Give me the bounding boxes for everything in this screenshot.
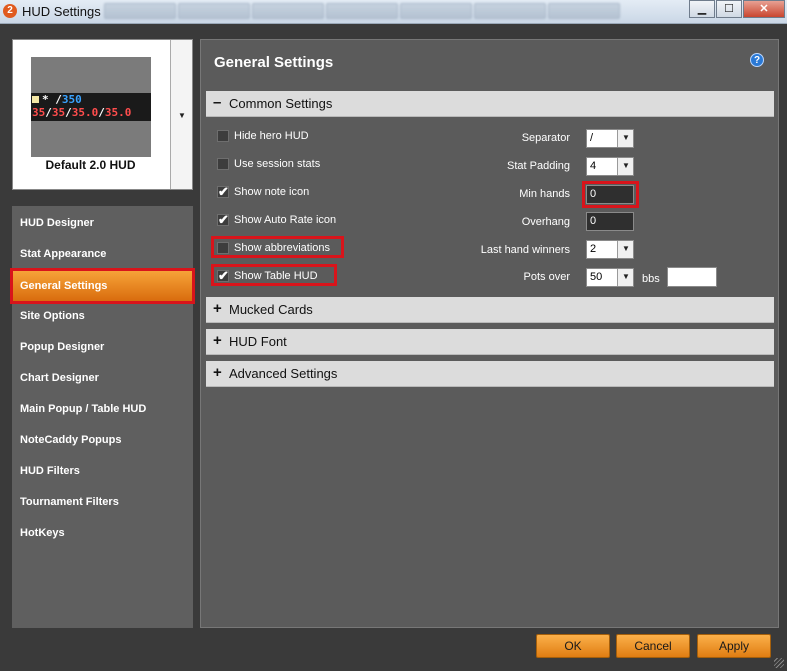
section-hud-font[interactable]: + HUD Font xyxy=(206,329,774,355)
checkbox-label: Show note icon xyxy=(234,186,310,198)
select-value: 4 xyxy=(590,160,597,172)
section-label: Advanced Settings xyxy=(229,366,338,381)
checkmark-icon: ✔ xyxy=(218,212,229,227)
dropdown-button[interactable]: ▼ xyxy=(617,130,633,147)
hud-stat: 35.0 xyxy=(71,106,99,119)
sidebar-item-site-options[interactable]: Site Options xyxy=(12,302,193,330)
chevron-down-icon: ▼ xyxy=(178,111,186,120)
sidebar-item-general-settings[interactable]: General Settings xyxy=(10,268,195,304)
sidebar-item-hud-filters[interactable]: HUD Filters xyxy=(12,457,193,485)
sidebar-item-tournament-filters[interactable]: Tournament Filters xyxy=(12,488,193,516)
hud-preview[interactable]: * /350 35/35/35.0/35.0 Default 2.0 HUD ▼ xyxy=(12,39,193,190)
pots-over-label: Pots over xyxy=(523,271,570,283)
expand-icon: + xyxy=(213,300,222,317)
hud-slash: / xyxy=(55,93,62,106)
checkbox[interactable] xyxy=(217,130,229,142)
background-tab xyxy=(178,3,250,19)
background-tab xyxy=(104,3,176,19)
last-hand-winners-select[interactable]: 2 ▼ xyxy=(586,240,634,259)
separator-label: Separator xyxy=(521,132,570,144)
last-hand-winners-label: Last hand winners xyxy=(480,244,570,256)
section-label: HUD Font xyxy=(229,334,287,349)
cancel-button[interactable]: Cancel xyxy=(616,634,690,658)
dialog-footer: OK Cancel Apply xyxy=(0,628,787,671)
sidebar-nav: HUD Designer Stat Appearance General Set… xyxy=(10,206,195,628)
section-advanced-settings[interactable]: + Advanced Settings xyxy=(206,361,774,387)
sidebar-item-popup-designer[interactable]: Popup Designer xyxy=(12,333,193,361)
hud-preset-name: Default 2.0 HUD xyxy=(45,158,136,172)
section-common-settings[interactable]: – Common Settings xyxy=(206,91,774,117)
hud-stat: 35.0 xyxy=(104,106,132,119)
window-controls: ▁ ☐ ✕ xyxy=(688,0,785,18)
help-icon[interactable]: ? xyxy=(750,53,764,67)
background-tabs xyxy=(104,3,622,20)
sidebar-item-main-popup[interactable]: Main Popup / Table HUD xyxy=(12,395,193,423)
background-tab xyxy=(474,3,546,19)
checkbox-label: Use session stats xyxy=(234,158,321,170)
maximize-button[interactable]: ☐ xyxy=(716,0,742,18)
close-button[interactable]: ✕ xyxy=(743,0,785,18)
hud-star: * xyxy=(42,93,49,106)
hud-stat: 35 xyxy=(32,106,46,119)
window-title: HUD Settings xyxy=(22,4,101,19)
min-hands-label: Min hands xyxy=(519,188,570,200)
checkbox-label: Show Auto Rate icon xyxy=(234,214,337,226)
checkbox[interactable]: ✔ xyxy=(217,184,229,199)
select-value: 50 xyxy=(590,271,603,283)
app-icon: 2 xyxy=(3,4,17,18)
apply-button[interactable]: Apply xyxy=(697,634,771,658)
background-tab xyxy=(252,3,324,19)
pots-over-extra-input[interactable] xyxy=(667,267,717,287)
select-value: 2 xyxy=(590,243,597,255)
stat-padding-select[interactable]: 4 ▼ xyxy=(586,157,634,176)
chevron-down-icon: ▼ xyxy=(622,161,630,170)
expand-icon: + xyxy=(213,332,222,349)
sidebar-item-hotkeys[interactable]: HotKeys xyxy=(12,519,193,547)
background-tab xyxy=(326,3,398,19)
settings-panel: General Settings ? – Common Settings Hid… xyxy=(200,39,779,628)
chevron-down-icon: ▼ xyxy=(622,133,630,142)
section-mucked-cards[interactable]: + Mucked Cards xyxy=(206,297,774,323)
background-tab xyxy=(400,3,472,19)
chevron-down-icon: ▼ xyxy=(622,272,630,281)
hud-sample: * /350 35/35/35.0/35.0 xyxy=(31,93,151,121)
section-label: Mucked Cards xyxy=(229,302,313,317)
sidebar-item-hud-designer[interactable]: HUD Designer xyxy=(12,209,193,237)
sidebar-item-chart-designer[interactable]: Chart Designer xyxy=(12,364,193,392)
hud-preset-dropdown[interactable]: ▼ xyxy=(170,40,192,189)
highlight-box xyxy=(582,181,639,208)
checkbox[interactable] xyxy=(217,158,229,170)
highlight-box xyxy=(211,236,344,258)
highlight-box xyxy=(211,264,337,286)
stat-padding-label: Stat Padding xyxy=(507,160,570,172)
minimize-button[interactable]: ▁ xyxy=(689,0,715,18)
resize-grip-icon[interactable] xyxy=(774,658,784,668)
hud-stat: 35 xyxy=(51,106,66,119)
section-label: Common Settings xyxy=(229,96,333,111)
dropdown-button[interactable]: ▼ xyxy=(617,158,633,175)
chevron-down-icon: ▼ xyxy=(622,244,630,253)
collapse-icon: – xyxy=(213,94,222,111)
separator-select[interactable]: / ▼ xyxy=(586,129,634,148)
checkbox-label: Hide hero HUD xyxy=(234,130,309,142)
page-title: General Settings xyxy=(214,54,334,71)
ok-button[interactable]: OK xyxy=(536,634,610,658)
checkbox[interactable]: ✔ xyxy=(217,212,229,227)
note-icon xyxy=(32,96,39,103)
dropdown-button[interactable]: ▼ xyxy=(617,241,633,258)
background-tab xyxy=(548,3,620,19)
sidebar-item-notecaddy-popups[interactable]: NoteCaddy Popups xyxy=(12,426,193,454)
pots-over-select[interactable]: 50 ▼ xyxy=(586,268,634,287)
hud-stat-value: 350 xyxy=(61,93,82,106)
title-bar: 2 HUD Settings ▁ ☐ ✕ xyxy=(0,0,787,24)
expand-icon: + xyxy=(213,364,222,381)
bbs-unit-label: bbs xyxy=(642,273,660,285)
select-value: / xyxy=(590,132,594,144)
sidebar-item-stat-appearance[interactable]: Stat Appearance xyxy=(12,240,193,268)
hud-preview-image: * /350 35/35/35.0/35.0 xyxy=(31,57,151,157)
overhang-label: Overhang xyxy=(521,216,570,228)
overhang-input[interactable]: 0 xyxy=(586,212,634,231)
dropdown-button[interactable]: ▼ xyxy=(617,269,633,286)
checkmark-icon: ✔ xyxy=(218,184,229,199)
